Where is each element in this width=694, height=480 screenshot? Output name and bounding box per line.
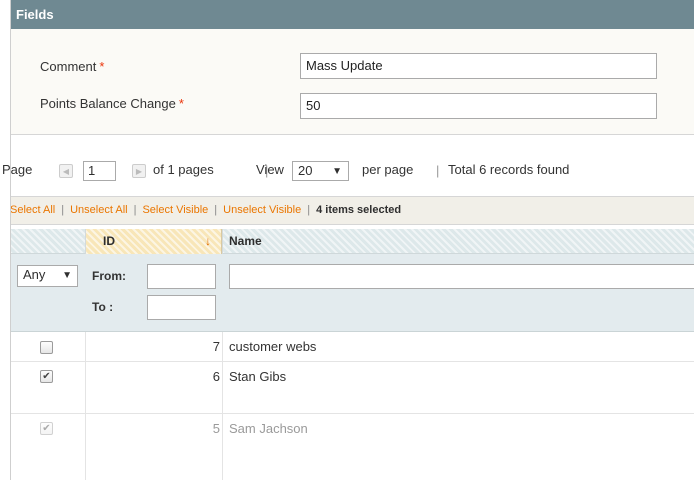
row-id: 5 [212,421,220,436]
checkmark-icon: ✔ [42,423,51,434]
comment-label: Comment * [40,59,104,74]
fields-section-body [10,29,694,135]
view-label-text: View [256,162,284,177]
row-name: Sam Jachson [229,421,308,436]
column-header-name[interactable]: Name [229,229,262,254]
per-page-value: 20 [298,163,313,178]
table-row[interactable]: ✔ 6 Stan Gibs [10,362,694,414]
massaction-separator: | [133,204,137,216]
pager-separator: | [436,163,440,178]
page-number-input[interactable]: 1 [83,161,116,181]
per-page-select[interactable]: 20 ▼ [292,161,349,181]
select-visible-link[interactable]: Select Visible [142,204,208,216]
column-header-id[interactable]: ID ↓ [86,229,222,254]
massaction-separator: | [214,204,218,216]
select-all-link[interactable]: Select All [10,204,55,216]
massaction-separator: | [307,204,311,216]
pager-of-pages: of 1 pages [153,162,214,177]
id-from-input[interactable] [147,264,216,289]
massaction-separator: | [61,204,65,216]
table-row[interactable]: ✔ 5 Sam Jachson [10,414,694,480]
row-id: 6 [212,369,220,384]
row-checkbox-disabled: ✔ [40,422,53,435]
row-checkbox[interactable]: ✔ [40,370,53,383]
selected-count: 4 [316,204,323,216]
next-page-arrow-icon[interactable]: ▶ [132,164,146,178]
checkmark-icon: ✔ [42,371,51,382]
unselect-visible-link[interactable]: Unselect Visible [223,204,301,216]
row-name: Stan Gibs [229,369,287,384]
any-filter-value: Any [23,267,46,282]
id-to-input[interactable] [147,295,216,320]
table-row[interactable]: 7 customer webs [10,332,694,362]
any-filter-select[interactable]: Any ▼ [17,265,78,287]
column-header-id-label: ID [103,234,115,248]
required-mark: * [178,96,184,111]
name-filter-input[interactable] [229,264,694,289]
pager-page-label: Page [2,162,33,177]
total-records: Total 6 records found [448,162,570,177]
dropdown-arrow-icon: ▼ [62,270,72,281]
pager-view-label: View [256,161,284,179]
previous-page-arrow-icon[interactable]: ◀ [59,164,73,178]
sort-descending-icon: ↓ [205,234,211,248]
left-border [10,0,11,480]
selected-count-suffix: items selected [325,204,402,216]
massaction-bar: Select All | Unselect All | Select Visible | U… [10,196,694,225]
comment-input-value: Mass Update [306,58,383,73]
unselect-all-link[interactable]: Unselect All [70,204,127,216]
required-mark: * [99,59,105,74]
dropdown-arrow-icon: ▼ [332,166,342,177]
to-label: To : [92,300,114,314]
row-id: 7 [212,339,220,354]
from-label: From: [92,269,126,283]
comment-input[interactable]: Mass Update [300,53,657,79]
points-input-value: 50 [306,98,321,113]
comment-label-text: Comment [40,59,97,74]
row-name: customer webs [229,339,317,354]
points-balance-change-input[interactable]: 50 [300,93,657,119]
column-divider [85,332,86,480]
fields-section-title: Fields [16,7,54,22]
pager-per-page: per page [362,162,414,177]
row-checkbox[interactable] [40,341,53,354]
column-divider [222,332,223,480]
fields-section-header: Fields [10,0,694,29]
points-balance-change-label: Points Balance Change * [40,96,184,111]
points-label-text: Points Balance Change [40,96,176,111]
